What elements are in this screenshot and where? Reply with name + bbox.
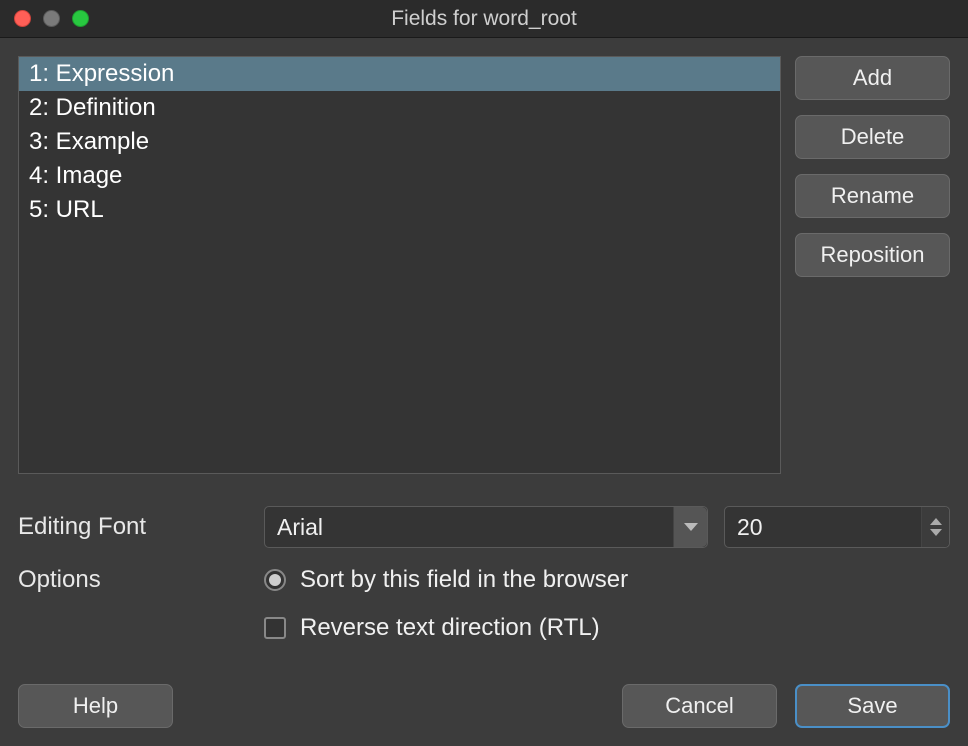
sort-radio[interactable] (264, 569, 286, 591)
zoom-window-button[interactable] (72, 10, 89, 27)
spin-arrows (921, 507, 949, 547)
editing-font-label: Editing Font (18, 513, 264, 541)
close-window-button[interactable] (14, 10, 31, 27)
form-area: Editing Font Arial 20 Options Sor (18, 506, 950, 660)
font-combo-arrow[interactable] (673, 507, 707, 547)
top-row: 1: Expression2: Definition3: Example4: I… (18, 56, 950, 484)
field-item[interactable]: 4: Image (19, 159, 780, 193)
font-name-combo[interactable]: Arial (264, 506, 708, 548)
editing-font-row: Editing Font Arial 20 (18, 506, 950, 548)
sort-option-row: Sort by this field in the browser (264, 566, 628, 594)
rtl-checkbox[interactable] (264, 617, 286, 639)
field-item[interactable]: 2: Definition (19, 91, 780, 125)
field-item[interactable]: 5: URL (19, 193, 780, 227)
arrow-down-icon[interactable] (930, 529, 942, 536)
help-button[interactable]: Help (18, 684, 173, 728)
window-title: Fields for word_root (0, 7, 968, 31)
traffic-lights (14, 10, 89, 27)
chevron-down-icon (684, 523, 698, 531)
rename-button[interactable]: Rename (795, 174, 950, 218)
options-label: Options (18, 566, 264, 594)
delete-button[interactable]: Delete (795, 115, 950, 159)
font-name-value: Arial (265, 514, 673, 541)
content-area: 1: Expression2: Definition3: Example4: I… (0, 38, 968, 746)
minimize-window-button[interactable] (43, 10, 60, 27)
arrow-up-icon[interactable] (930, 518, 942, 525)
font-size-spinbox[interactable]: 20 (724, 506, 950, 548)
cancel-button[interactable]: Cancel (622, 684, 777, 728)
sort-label: Sort by this field in the browser (300, 566, 628, 594)
add-button[interactable]: Add (795, 56, 950, 100)
rtl-label: Reverse text direction (RTL) (300, 614, 600, 642)
field-item[interactable]: 1: Expression (19, 57, 780, 91)
options-row: Options Sort by this field in the browse… (18, 566, 950, 642)
reposition-button[interactable]: Reposition (795, 233, 950, 277)
side-buttons: Add Delete Rename Reposition (795, 56, 950, 484)
titlebar: Fields for word_root (0, 0, 968, 38)
options-group: Sort by this field in the browser Revers… (264, 566, 628, 642)
rtl-option-row: Reverse text direction (RTL) (264, 614, 628, 642)
field-item[interactable]: 3: Example (19, 125, 780, 159)
save-button[interactable]: Save (795, 684, 950, 728)
font-size-value: 20 (725, 514, 921, 541)
field-list[interactable]: 1: Expression2: Definition3: Example4: I… (18, 56, 781, 474)
bottom-row: Help Cancel Save (18, 684, 950, 728)
